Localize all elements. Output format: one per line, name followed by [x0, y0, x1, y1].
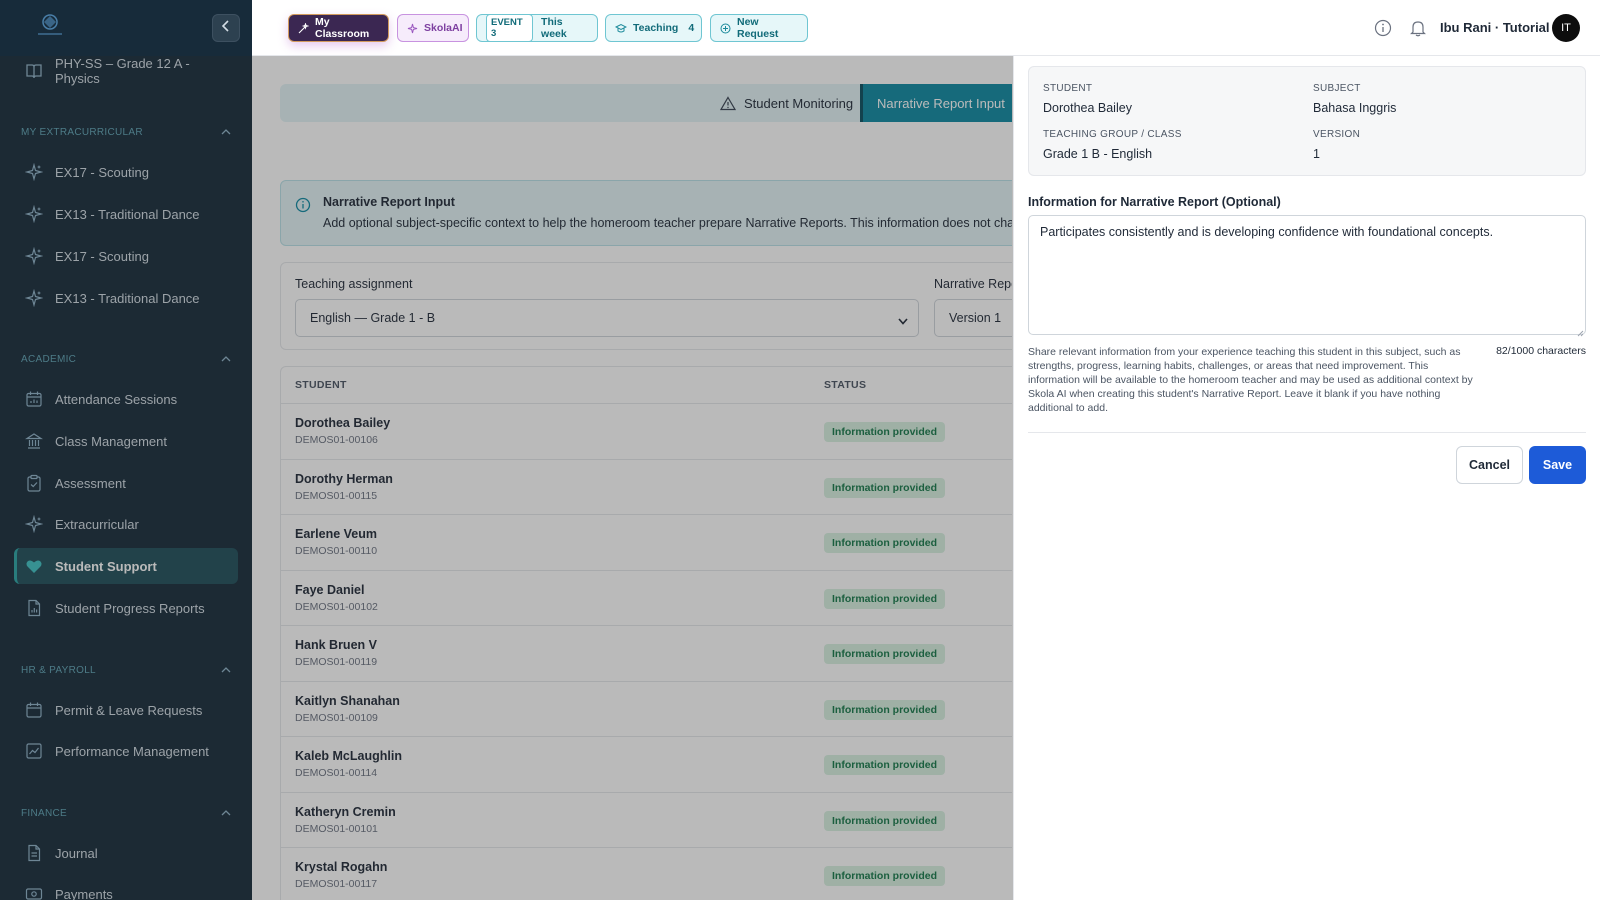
- wand-icon: [298, 22, 309, 34]
- save-button[interactable]: Save: [1529, 446, 1586, 484]
- skola-ai-button[interactable]: SkolaAI: [397, 14, 469, 42]
- bell-icon[interactable]: [1407, 17, 1429, 39]
- group-value: Grade 1 B - English: [1043, 147, 1153, 161]
- sparkle-icon: [407, 23, 418, 34]
- graduation-cap-icon: [615, 23, 627, 34]
- version-key: VERSION: [1313, 129, 1361, 140]
- student-info-card: STUDENT Dorothea Bailey SUBJECT Bahasa I…: [1028, 66, 1586, 176]
- my-classroom-button[interactable]: My Classroom: [288, 14, 389, 42]
- chevron-left-icon: [220, 19, 232, 37]
- teaching-button[interactable]: Teaching 4: [605, 14, 702, 42]
- new-request-button[interactable]: New Request: [710, 14, 808, 42]
- subject-key: SUBJECT: [1313, 83, 1361, 94]
- resize-grip-icon[interactable]: [1576, 324, 1584, 337]
- student-value: Dorothea Bailey: [1043, 101, 1132, 115]
- teaching-label: Teaching: [633, 22, 679, 34]
- narrative-textarea[interactable]: Participates consistently and is develop…: [1028, 215, 1586, 335]
- group-key: TEACHING GROUP / CLASS: [1043, 129, 1182, 140]
- user-name[interactable]: Ibu Rani · Tutorial: [1440, 20, 1550, 35]
- cancel-button[interactable]: Cancel: [1456, 446, 1523, 484]
- subject-value: Bahasa Inggris: [1313, 101, 1397, 115]
- top-bar: My Classroom SkolaAI EVENT 3 This week T…: [252, 0, 1600, 56]
- info-icon[interactable]: [1372, 17, 1394, 39]
- student-key: STUDENT: [1043, 83, 1093, 94]
- modal-backdrop[interactable]: [0, 56, 1013, 900]
- plus-circle-icon: [720, 23, 731, 34]
- sidebar-collapse-button[interactable]: [212, 14, 240, 42]
- narrative-field-label: Information for Narrative Report (Option…: [1028, 195, 1281, 209]
- event-label: This week: [541, 16, 567, 40]
- event-button[interactable]: EVENT 3 This week: [476, 14, 598, 42]
- event-tag: EVENT 3: [486, 14, 534, 42]
- skola-ai-label: SkolaAI: [424, 22, 463, 34]
- version-value: 1: [1313, 147, 1320, 161]
- helper-text: Share relevant information from your exp…: [1028, 346, 1473, 414]
- new-request-label: New Request: [737, 16, 779, 40]
- avatar[interactable]: IT: [1552, 14, 1580, 42]
- my-classroom-label: My Classroom: [315, 16, 370, 40]
- narrative-input-panel: STUDENT Dorothea Bailey SUBJECT Bahasa I…: [1013, 56, 1600, 900]
- school-logo[interactable]: [32, 12, 68, 38]
- divider: [1028, 432, 1586, 433]
- teaching-count: 4: [688, 22, 695, 34]
- character-counter: 82/1000 characters: [1496, 345, 1586, 357]
